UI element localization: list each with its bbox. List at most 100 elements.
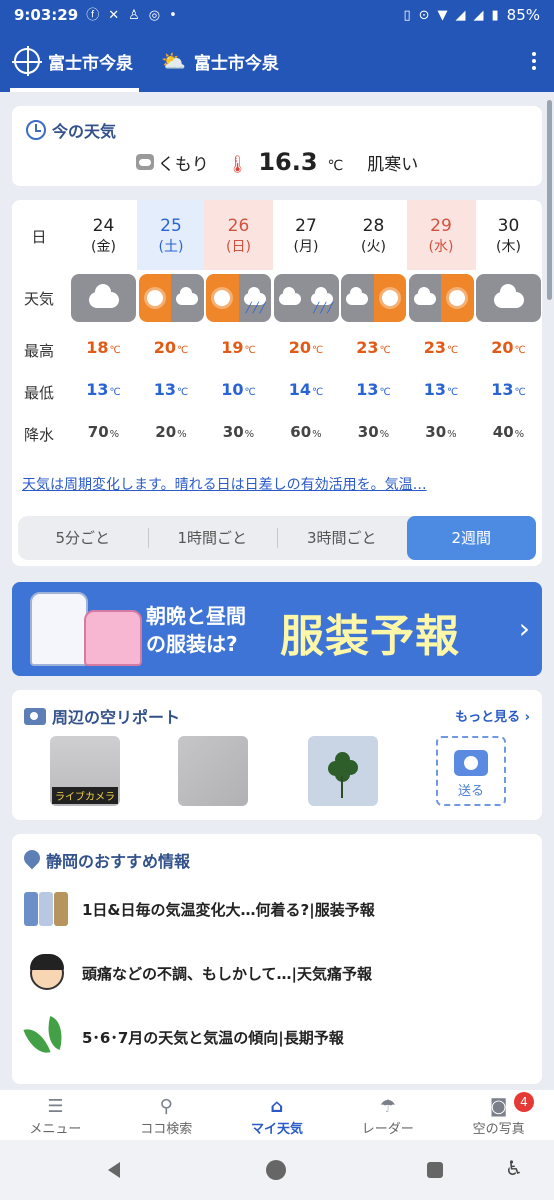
tab-3hour[interactable]: 3時間ごと	[277, 516, 407, 560]
partly-cloudy-icon: ⛅	[161, 49, 186, 73]
recommend-card: 静岡のおすすめ情報 1日&日毎の気温変化大…何着る?|服装予報 頭痛などの不調、…	[12, 834, 542, 1084]
nav-sky-photos[interactable]: ◙ 空の写真 4	[443, 1090, 554, 1140]
nav-label: ココ検索	[140, 1122, 193, 1137]
tab-2weeks[interactable]: 2週間	[406, 516, 536, 560]
high-temp: 20℃	[288, 338, 324, 357]
clothing-forecast-banner[interactable]: 朝晩と昼間 の服装は? 服装予報 ›	[12, 582, 542, 676]
location-tabs: 富士市今泉 ⛅ 富士市今泉	[0, 30, 554, 92]
recommend-item-clothing[interactable]: 1日&日毎の気温変化大…何着る?|服装予報	[22, 882, 522, 936]
home-icon: ⌂	[270, 1096, 284, 1117]
forecast-comment-link[interactable]: 天気は周期変化します。晴れる日は日差しの有効活用を。気温…	[22, 474, 427, 494]
shirt-illustration	[30, 592, 88, 666]
nav-label: レーダー	[361, 1122, 414, 1137]
sky-photo-live-camera[interactable]: ライブカメラ	[50, 736, 120, 806]
facebook-icon: ⓕ	[86, 7, 100, 23]
current-condition: くもり	[135, 150, 209, 175]
day-header: 24 (金)	[69, 200, 138, 270]
recents-icon[interactable]	[427, 1162, 443, 1178]
home-button-icon[interactable]	[266, 1160, 286, 1180]
tab-label: 富士市今泉	[48, 53, 133, 74]
forecast-day-column[interactable]: 27 (月) ╱╱╱ 20℃ 14℃ 60%	[272, 200, 341, 452]
day-header: 25 (土)	[136, 200, 206, 270]
day-weekday: (金)	[91, 239, 116, 255]
status-bar: 9:03:29 ⓕ ✕ ♙ ◎ • ▯ ⊙ ▼ ◢ ◢ ▮ 85%	[0, 0, 554, 30]
banner-caption: 朝晩と昼間 の服装は?	[146, 602, 246, 658]
tab-5min[interactable]: 5分ごと	[18, 516, 148, 560]
nav-search[interactable]: ⚲ ココ検索	[111, 1090, 222, 1140]
forecast-day-column[interactable]: 28 (火) 23℃ 13℃ 30%	[339, 200, 408, 452]
forecast-interval-tabs: 5分ごと 1時間ごと 3時間ごと 2週間	[18, 516, 536, 560]
camera-icon	[454, 750, 488, 776]
nav-radar[interactable]: ☂ レーダー	[332, 1090, 443, 1140]
recommend-item-longrange[interactable]: 5･6･7月の天気と気温の傾向|長期予報	[22, 1010, 522, 1064]
notification-badge: 4	[513, 1092, 534, 1112]
phone-icon: ▯	[403, 7, 411, 23]
live-camera-badge: ライブカメラ	[52, 787, 118, 804]
day-weekday: (土)	[158, 239, 184, 255]
send-label: 送る	[457, 784, 484, 799]
system-icons: ▯ ⊙ ▼ ◢ ◢ ▮ 85%	[403, 6, 540, 24]
sky-report-title-text: 周辺の空リポート	[52, 708, 181, 727]
sky-photo-clover[interactable]	[308, 736, 378, 806]
forecast-day-column[interactable]: 26 (日) ╱╱╱ 19℃ 10℃ 30%	[204, 200, 273, 452]
weather-icon	[138, 274, 204, 322]
tab-location-current[interactable]: 富士市今泉	[0, 30, 147, 92]
wifi-icon: ▼	[437, 7, 448, 23]
weather-icon	[71, 274, 136, 322]
camera-icon: ◙	[489, 1096, 508, 1117]
recommend-title-text: 静岡のおすすめ情報	[46, 852, 191, 871]
day-weekday: (水)	[428, 239, 454, 255]
clothes-icon	[22, 886, 72, 932]
sky-photo[interactable]	[178, 736, 248, 806]
overflow-menu-icon[interactable]	[532, 52, 536, 70]
recommend-item-headache[interactable]: 頭痛などの不調、もしかして…|天気痛予報	[22, 946, 522, 1000]
nav-my-weather[interactable]: ⌂ マイ天気	[222, 1090, 333, 1140]
bottom-navigation: ☰ メニュー ⚲ ココ検索 ⌂ マイ天気 ☂ レーダー ◙ 空の写真 4	[0, 1090, 554, 1140]
tab-1hour[interactable]: 1時間ごと	[147, 516, 278, 560]
condition-text: くもり	[157, 154, 209, 175]
low-temp: 13℃	[423, 380, 459, 399]
forecast-table[interactable]: 日 天気 最高 最低 降水 24 (金) 18℃ 13℃ 70% 25 (土) …	[12, 200, 542, 452]
forecast-day-column[interactable]: 30 (木) 20℃ 13℃ 40%	[474, 200, 542, 452]
walk-icon: ♙	[128, 7, 140, 23]
forecast-day-column[interactable]: 29 (水) 23℃ 13℃ 30%	[406, 200, 476, 452]
weekly-forecast-card: 日 天気 最高 最低 降水 24 (金) 18℃ 13℃ 70% 25 (土) …	[12, 200, 542, 566]
forecast-day-column[interactable]: 25 (土) 20℃ 13℃ 20%	[136, 200, 206, 452]
day-header: 27 (月)	[272, 200, 341, 270]
nav-label: メニュー	[29, 1122, 82, 1137]
rain-chance: 40%	[492, 423, 525, 441]
day-header: 28 (火)	[339, 200, 408, 270]
leaf-icon	[22, 1014, 72, 1060]
nav-menu[interactable]: ☰ メニュー	[0, 1090, 111, 1140]
notification-icons: ⓕ ✕ ♙ ◎ •	[86, 9, 177, 22]
accessibility-icon[interactable]: ♿	[505, 1156, 523, 1180]
forecast-day-column[interactable]: 24 (金) 18℃ 13℃ 70%	[69, 200, 138, 452]
search-icon: ⚲	[159, 1096, 173, 1117]
send-photo-button[interactable]: 送る	[436, 736, 506, 806]
day-date: 24	[92, 216, 115, 236]
high-temp: 23℃	[423, 338, 459, 357]
day-header: 30 (木)	[474, 200, 542, 270]
day-date: 27	[295, 216, 317, 236]
recommend-item-text: 5･6･7月の天気と気温の傾向|長期予報	[82, 1028, 344, 1047]
chevron-right-icon: ›	[518, 612, 530, 645]
system-navigation: ♿	[0, 1140, 554, 1200]
more-link[interactable]: もっと見る ›	[455, 706, 530, 725]
day-date: 30	[497, 216, 520, 236]
label-rain: 降水	[23, 426, 54, 444]
high-temp: 20℃	[491, 338, 526, 357]
label-weather: 天気	[23, 290, 54, 308]
headache-face-icon	[22, 950, 72, 996]
scrollbar[interactable]	[547, 100, 552, 300]
tab-location-saved[interactable]: ⛅ 富士市今泉	[147, 30, 293, 92]
back-icon[interactable]	[108, 1162, 120, 1178]
day-header: 29 (水)	[406, 200, 476, 270]
label-day: 日	[31, 228, 47, 246]
feels-like: 肌寒い	[367, 155, 419, 175]
weather-icon	[341, 274, 406, 322]
banner-title: 服装予報	[280, 611, 460, 662]
weather-icon	[476, 274, 541, 322]
nav-label: マイ天気	[250, 1122, 303, 1137]
current-weather-card[interactable]: 今の天気 くもり 🌡 16.3 ℃ 肌寒い	[12, 106, 542, 186]
hotspot-icon: ◎	[148, 7, 161, 23]
